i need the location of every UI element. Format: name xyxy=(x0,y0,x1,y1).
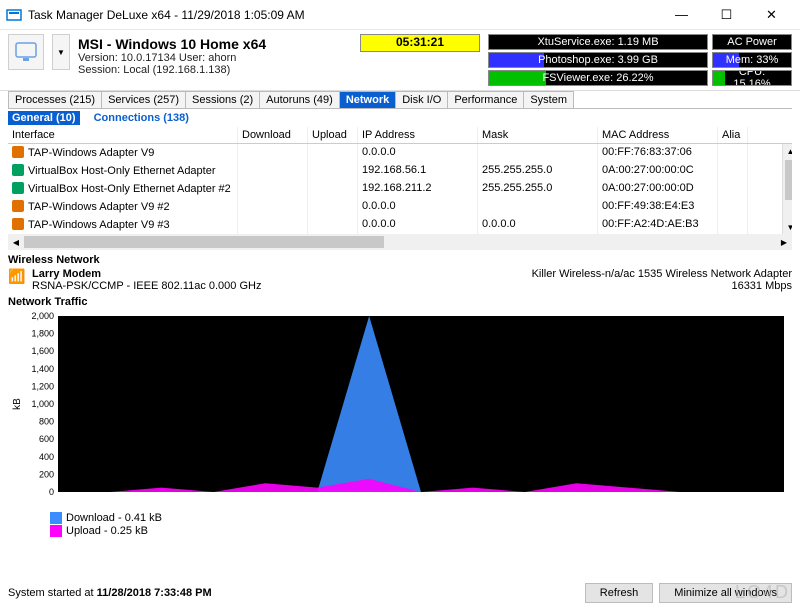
horizontal-scrollbar[interactable]: ◀ ▶ xyxy=(8,234,792,250)
header: ▼ MSI - Windows 10 Home x64 Version: 10.… xyxy=(0,30,800,91)
svg-text:1,800: 1,800 xyxy=(31,329,54,339)
tab-sessions[interactable]: Sessions (2) xyxy=(185,91,260,108)
subtab-connections[interactable]: Connections (138) xyxy=(90,111,193,125)
traffic-heading: Network Traffic xyxy=(8,296,792,308)
system-dropdown[interactable]: ▼ xyxy=(52,34,70,70)
tab-system[interactable]: System xyxy=(523,91,574,108)
stat-bar: Photoshop.exe: 3.99 GB xyxy=(488,52,708,68)
legend-upload: Upload - 0.25 kB xyxy=(66,525,148,537)
wifi-name: Larry Modem xyxy=(32,268,532,280)
stat-bar: FSViewer.exe: 26.22% xyxy=(488,70,708,86)
svg-text:1,200: 1,200 xyxy=(31,381,54,391)
refresh-button[interactable]: Refresh xyxy=(585,583,654,603)
legend-download: Download - 0.41 kB xyxy=(66,512,162,524)
svg-text:2,000: 2,000 xyxy=(31,311,54,321)
table-row[interactable]: VirtualBox Host-Only Ethernet Adapter #2… xyxy=(8,180,792,198)
col-alias[interactable]: Alia xyxy=(718,127,748,143)
system-name: MSI - Windows 10 Home x64 xyxy=(78,36,352,52)
minimize-button[interactable]: — xyxy=(659,0,704,30)
tab-network[interactable]: Network xyxy=(339,91,396,108)
scroll-right-icon[interactable]: ▶ xyxy=(776,238,792,247)
maximize-button[interactable]: ☐ xyxy=(704,0,749,30)
wireless-panel: 📶 Larry Modem RSNA-PSK/CCMP - IEEE 802.1… xyxy=(8,268,792,292)
svg-text:0: 0 xyxy=(49,487,54,497)
stat-small: Mem: 33% xyxy=(712,52,792,68)
app-icon xyxy=(6,7,22,23)
col-mac[interactable]: MAC Address xyxy=(598,127,718,143)
col-interface[interactable]: Interface xyxy=(8,127,238,143)
svg-text:800: 800 xyxy=(39,417,54,427)
adapter-icon xyxy=(12,182,26,196)
tab-bar: Processes (215)Services (257)Sessions (2… xyxy=(8,91,792,109)
svg-text:200: 200 xyxy=(39,469,54,479)
session-info: Session: Local (192.168.1.138) xyxy=(78,64,352,76)
version-user: Version: 10.0.17134 User: ahorn xyxy=(78,52,352,64)
svg-text:kB: kB xyxy=(12,398,23,410)
svg-text:1,600: 1,600 xyxy=(31,346,54,356)
col-mask[interactable]: Mask xyxy=(478,127,598,143)
stat-bar: XtuService.exe: 1.19 MB xyxy=(488,34,708,50)
chart: 0 200 400 600 800 1,000 1,200 1,400 1,600 1,800 2,… xyxy=(8,310,792,510)
window-title: Task Manager DeLuxe x64 - 11/29/2018 1:0… xyxy=(28,8,659,22)
footer-text: System started at 11/28/2018 7:33:48 PM xyxy=(8,587,579,599)
subtab-bar: General (10) Connections (138) xyxy=(8,111,792,125)
tab-autoruns[interactable]: Autoruns (49) xyxy=(259,91,340,108)
wireless-heading: Wireless Network xyxy=(8,254,792,266)
scroll-thumb[interactable] xyxy=(785,160,792,200)
adapter-icon xyxy=(12,218,26,232)
table-row[interactable]: TAP-Windows Adapter V9 #20.0.0.000:FF:49… xyxy=(8,198,792,216)
grid-header: Interface Download Upload IP Address Mas… xyxy=(8,127,792,144)
svg-text:400: 400 xyxy=(39,452,54,462)
tab-performance[interactable]: Performance xyxy=(447,91,524,108)
monitor-icon[interactable] xyxy=(8,34,44,70)
vertical-scrollbar[interactable]: ▲ ▼ xyxy=(782,144,792,234)
wifi-protocol: RSNA-PSK/CCMP - IEEE 802.11ac 0.000 GHz xyxy=(32,280,532,292)
wifi-speed: 16331 Mbps xyxy=(532,280,792,292)
wifi-adapter: Killer Wireless-n/a/ac 1535 Wireless Net… xyxy=(532,268,792,280)
uptime-display: 05:31:21 xyxy=(360,34,480,52)
stat-small: CPU: 15.16% xyxy=(712,70,792,86)
subtab-general[interactable]: General (10) xyxy=(8,111,80,125)
legend: Download - 0.41 kB Upload - 0.25 kB xyxy=(50,512,792,537)
legend-download-swatch xyxy=(50,512,62,524)
scroll-down-icon[interactable]: ▼ xyxy=(783,220,792,234)
stats-panel: XtuService.exe: 1.19 MBAC PowerPhotoshop… xyxy=(488,34,792,86)
wifi-icon: 📶 xyxy=(8,268,28,285)
adapter-icon xyxy=(12,200,26,214)
adapter-icon xyxy=(12,146,26,160)
tab-services[interactable]: Services (257) xyxy=(101,91,186,108)
watermark: LO4D xyxy=(735,582,790,603)
footer: System started at 11/28/2018 7:33:48 PM … xyxy=(8,583,792,603)
close-button[interactable]: ✕ xyxy=(749,0,794,30)
col-download[interactable]: Download xyxy=(238,127,308,143)
stat-small: AC Power xyxy=(712,34,792,50)
table-row[interactable]: VirtualBox Host-Only Ethernet Adapter192… xyxy=(8,162,792,180)
table-row[interactable]: TAP-Windows Adapter V90.0.0.000:FF:76:83… xyxy=(8,144,792,162)
hscroll-thumb[interactable] xyxy=(24,236,384,248)
scroll-up-icon[interactable]: ▲ xyxy=(783,144,792,158)
svg-text:600: 600 xyxy=(39,434,54,444)
col-upload[interactable]: Upload xyxy=(308,127,358,143)
table-row[interactable]: TAP-Windows Adapter V9 #30.0.0.00.0.0.00… xyxy=(8,216,792,234)
col-ip[interactable]: IP Address xyxy=(358,127,478,143)
svg-text:1,400: 1,400 xyxy=(31,364,54,374)
tab-disk[interactable]: Disk I/O xyxy=(395,91,448,108)
legend-upload-swatch xyxy=(50,525,62,537)
title-bar: Task Manager DeLuxe x64 - 11/29/2018 1:0… xyxy=(0,0,800,30)
svg-text:1,000: 1,000 xyxy=(31,399,54,409)
adapter-icon xyxy=(12,164,26,178)
scroll-left-icon[interactable]: ◀ xyxy=(8,238,24,247)
tab-processes[interactable]: Processes (215) xyxy=(8,91,102,108)
grid-body: TAP-Windows Adapter V90.0.0.000:FF:76:83… xyxy=(8,144,792,234)
